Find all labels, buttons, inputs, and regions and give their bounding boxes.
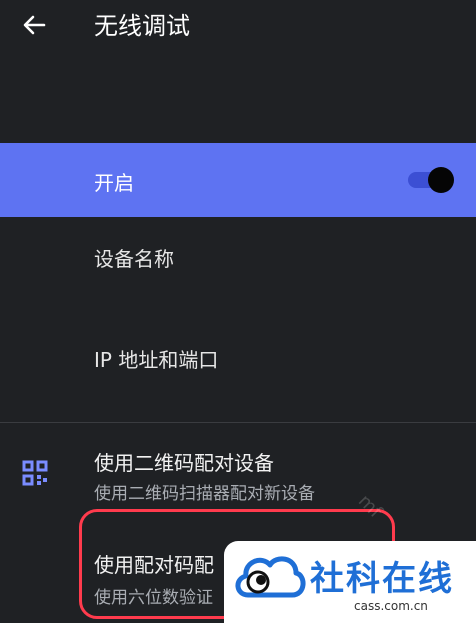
- toggle-thumb: [428, 167, 454, 193]
- arrow-left-icon: [23, 15, 46, 35]
- pair-qr-title: 使用二维码配对设备: [94, 451, 274, 475]
- cloud-eye-icon: [235, 556, 306, 598]
- ip-port-row[interactable]: IP 地址和端口: [0, 307, 476, 417]
- back-button[interactable]: [20, 10, 50, 40]
- device-name-row[interactable]: 设备名称: [0, 217, 476, 307]
- enable-toggle[interactable]: [408, 167, 454, 193]
- logo-text: 社科在线: [310, 559, 454, 599]
- watermark-logo: 社科在线 cass.com.cn: [224, 541, 476, 623]
- page-title: 无线调试: [94, 12, 190, 40]
- qr-code-icon: [22, 460, 48, 486]
- logo-url: cass.com.cn: [354, 599, 428, 613]
- device-name-label: 设备名称: [94, 247, 174, 271]
- app-bar: 无线调试: [0, 0, 476, 56]
- ip-port-label: IP 地址和端口: [94, 348, 219, 372]
- pair-qr-subtitle: 使用二维码扫描器配对新设备: [94, 484, 315, 504]
- enable-label: 开启: [94, 171, 134, 195]
- enable-wireless-debugging-row[interactable]: 开启: [0, 143, 476, 217]
